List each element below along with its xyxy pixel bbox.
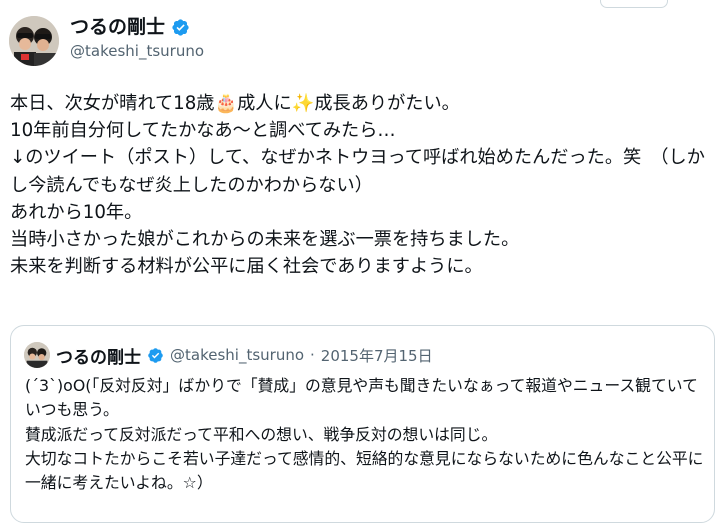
separator-dot: ·	[310, 346, 315, 364]
author-handle[interactable]: @takeshi_tsuruno	[70, 40, 204, 62]
previous-button-fragment[interactable]	[600, 0, 668, 8]
quote-line: (´3`)oO(「反対反対」ばかりで「賛成」の意見や声も聞きたいなぁって報道やニ…	[25, 376, 698, 420]
tweet-line: あれから10年。	[10, 201, 143, 223]
tweet-line: 10年前自分何してたかなあ〜と調べてみたら…	[10, 120, 396, 142]
tweet-line: 当時小さかった娘がこれからの未来を選ぶ一票を持ちました。	[10, 229, 520, 251]
author-name-block: つるの剛士 @takeshi_tsuruno	[70, 15, 204, 62]
quoted-author-handle: @takeshi_tsuruno	[170, 346, 305, 364]
tweet-line: 未来を判断する材料が公平に届く社会でありますように。	[10, 256, 483, 278]
quote-line: 大切なコトたからこそ若い子達だって感情的、短絡的な意見にならないために色んなこと…	[25, 448, 704, 493]
quoted-tweet-text: (´3`)oO(「反対反対」ばかりで「賛成」の意見や声も聞きたいなぁって報道やニ…	[25, 374, 705, 495]
quoted-tweet-card[interactable]: つるの剛士 @takeshi_tsuruno · 2015年7月15日 (´3`…	[10, 325, 715, 523]
quoted-author-avatar	[24, 342, 50, 368]
quoted-tweet-header: つるの剛士 @takeshi_tsuruno · 2015年7月15日	[24, 342, 433, 368]
author-display-name[interactable]: つるの剛士	[70, 15, 204, 39]
tweet-line: 本日、次女が晴れて18歳🎂成人に✨成長ありがたい。	[10, 93, 460, 114]
quoted-tweet-date[interactable]: 2015年7月15日	[321, 345, 433, 366]
verified-badge-icon	[147, 347, 164, 364]
author-avatar[interactable]	[9, 16, 59, 66]
tweet-text: 本日、次女が晴れて18歳🎂成人に✨成長ありがたい。 10年前自分何してたかなあ〜…	[10, 90, 715, 280]
quoted-author-name: つるの剛士	[56, 347, 141, 368]
quote-line: 賛成派だって反対派だって平和への想い、戦争反対の想いは同じ。	[25, 424, 498, 444]
author-display-name-text: つるの剛士	[70, 16, 166, 38]
tweet-line: ↓のツイート（ポスト）して、なぜかネトウヨって呼ばれ始めたんだった。笑 （しかし…	[10, 147, 705, 196]
verified-badge-icon	[171, 18, 190, 37]
